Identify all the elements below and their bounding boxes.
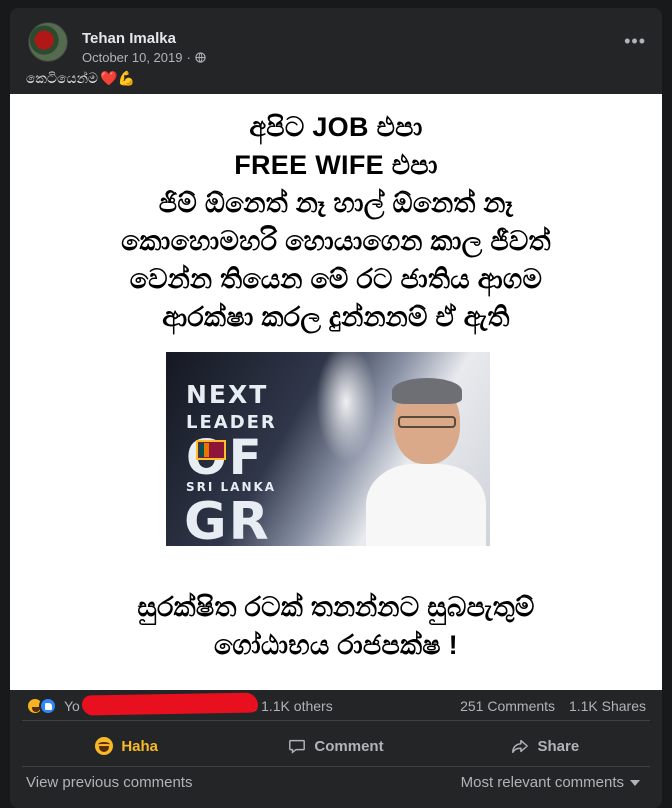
avatar[interactable] — [28, 22, 68, 62]
portrait — [366, 378, 486, 546]
post-card: Tehan Imalka October 10, 2019 · ••• කෙටි… — [10, 8, 662, 808]
post-image[interactable]: අපිට JOB එපා FREE WIFE එපා ජිම් ඕනෙත් නෑ… — [10, 94, 662, 690]
haha-button[interactable]: Haha — [22, 728, 231, 764]
view-previous-comments-link[interactable]: View previous comments — [26, 774, 192, 791]
post-header: Tehan Imalka October 10, 2019 · ••• — [22, 18, 650, 68]
banner-next: NEXT — [186, 380, 269, 409]
post-meta: October 10, 2019 · — [82, 50, 206, 65]
comments-count[interactable]: 251 Comments — [460, 698, 555, 714]
comments-controls: View previous comments Most relevant com… — [26, 774, 646, 794]
banner-gr: GR — [184, 492, 271, 546]
globe-icon — [195, 52, 206, 63]
chevron-down-icon — [630, 779, 640, 786]
action-bar: Haha Comment Share — [22, 728, 650, 764]
comment-sort-dropdown[interactable]: Most relevant comments — [461, 774, 640, 791]
comment-icon — [289, 739, 306, 754]
redaction-mark — [81, 692, 259, 716]
caption-text: කෙටියෙන්ම — [26, 70, 99, 86]
post-stats: 251 Comments 1.1K Shares — [450, 698, 646, 714]
reactions-bar: Yo and 1.1K others 251 Comments 1.1K Shar… — [26, 692, 646, 716]
post-date[interactable]: October 10, 2019 — [82, 50, 182, 65]
caption-emojis: ❤️💪 — [100, 70, 135, 86]
post-caption: කෙටියෙන්ම ❤️💪 — [26, 70, 135, 87]
campaign-banner: NEXT LEADER OF SRI LANKA GR — [166, 352, 490, 546]
sri-lanka-flag-icon — [196, 440, 226, 460]
image-line-6: ආරක්ෂා කරල දුන්නනම් ඒ ඇති — [162, 302, 510, 332]
image-line-2: FREE WIFE එපා — [234, 150, 438, 180]
shares-count[interactable]: 1.1K Shares — [569, 698, 646, 714]
divider — [22, 720, 650, 721]
divider — [22, 766, 650, 767]
haha-icon — [95, 737, 114, 755]
image-line-3: ජිම් ඕනෙත් නෑ හාල් ඕනෙත් නෑ — [158, 188, 514, 218]
image-line-4: කොහොමහරි හොයාගෙන කාල ජීවත් — [121, 226, 551, 256]
share-icon — [512, 739, 529, 754]
image-line-1: අපිට JOB එපා — [249, 112, 423, 142]
author-name[interactable]: Tehan Imalka — [82, 30, 176, 47]
image-line-5: වෙන්න තියෙන මේ රට ජාතිය ආගම — [129, 264, 543, 294]
image-bottom-line-2: ගෝඨාභය රාජපක්ෂ ! — [214, 630, 458, 660]
share-button[interactable]: Share — [441, 728, 650, 764]
more-options-icon[interactable]: ••• — [624, 32, 646, 50]
image-bottom-line-1: සුරක්ෂිත රටක් තනන්නට සුබපැතුම් — [137, 592, 535, 622]
like-reaction-icon[interactable] — [39, 697, 57, 715]
comment-button[interactable]: Comment — [231, 728, 440, 764]
